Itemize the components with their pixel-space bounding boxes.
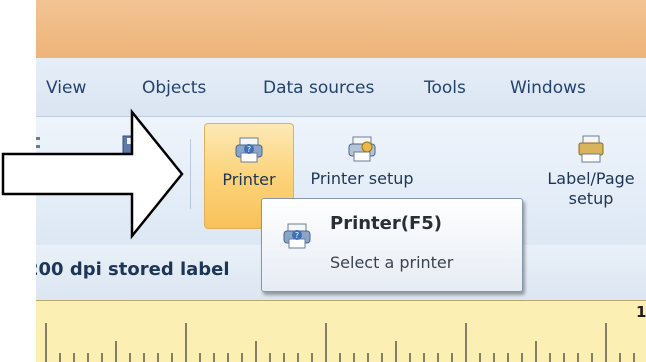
menu-tools[interactable]: Tools	[424, 78, 466, 98]
ribbon-separator	[190, 139, 191, 209]
menu-objects[interactable]: Objects	[142, 78, 206, 98]
svg-text:?: ?	[247, 145, 251, 154]
document-info-text: 200 dpi stored label	[36, 259, 230, 280]
title-bar	[36, 0, 646, 58]
label-page-setup-icon	[578, 135, 604, 163]
menu-data-sources[interactable]: Data sources	[263, 78, 374, 98]
ruler-marker-label: 1	[636, 303, 646, 321]
printer-label: Printer	[222, 170, 276, 189]
label-page-setup-button[interactable]: Label/Page setup	[536, 123, 646, 227]
svg-text:?: ?	[295, 231, 299, 240]
menu-view[interactable]: View	[46, 78, 86, 98]
menu-windows[interactable]: Windows	[510, 78, 586, 98]
label-page-setup-label-line1: Label/Page	[547, 169, 635, 188]
tooltip-description: Select a printer	[330, 253, 454, 272]
printer-icon: ?	[235, 137, 263, 163]
ruler-ticks	[45, 323, 635, 362]
menu-bar: View Objects Data sources Tools Windows	[36, 58, 646, 117]
printer-setup-label: Printer setup	[310, 169, 414, 188]
tooltip-title: Printer(F5)	[330, 213, 443, 234]
partial-toolbar-icon[interactable]	[36, 135, 44, 159]
printer-setup-icon	[348, 136, 376, 162]
printer-tooltip: ? Printer(F5) Select a printer	[261, 198, 523, 292]
tooltip-printer-icon: ?	[283, 223, 311, 249]
horizontal-ruler[interactable]: 1	[36, 300, 646, 362]
save-icon[interactable]	[122, 135, 144, 159]
label-page-setup-label-line2: setup	[568, 189, 614, 208]
app-window: View Objects Data sources Tools Windows …	[36, 0, 646, 362]
